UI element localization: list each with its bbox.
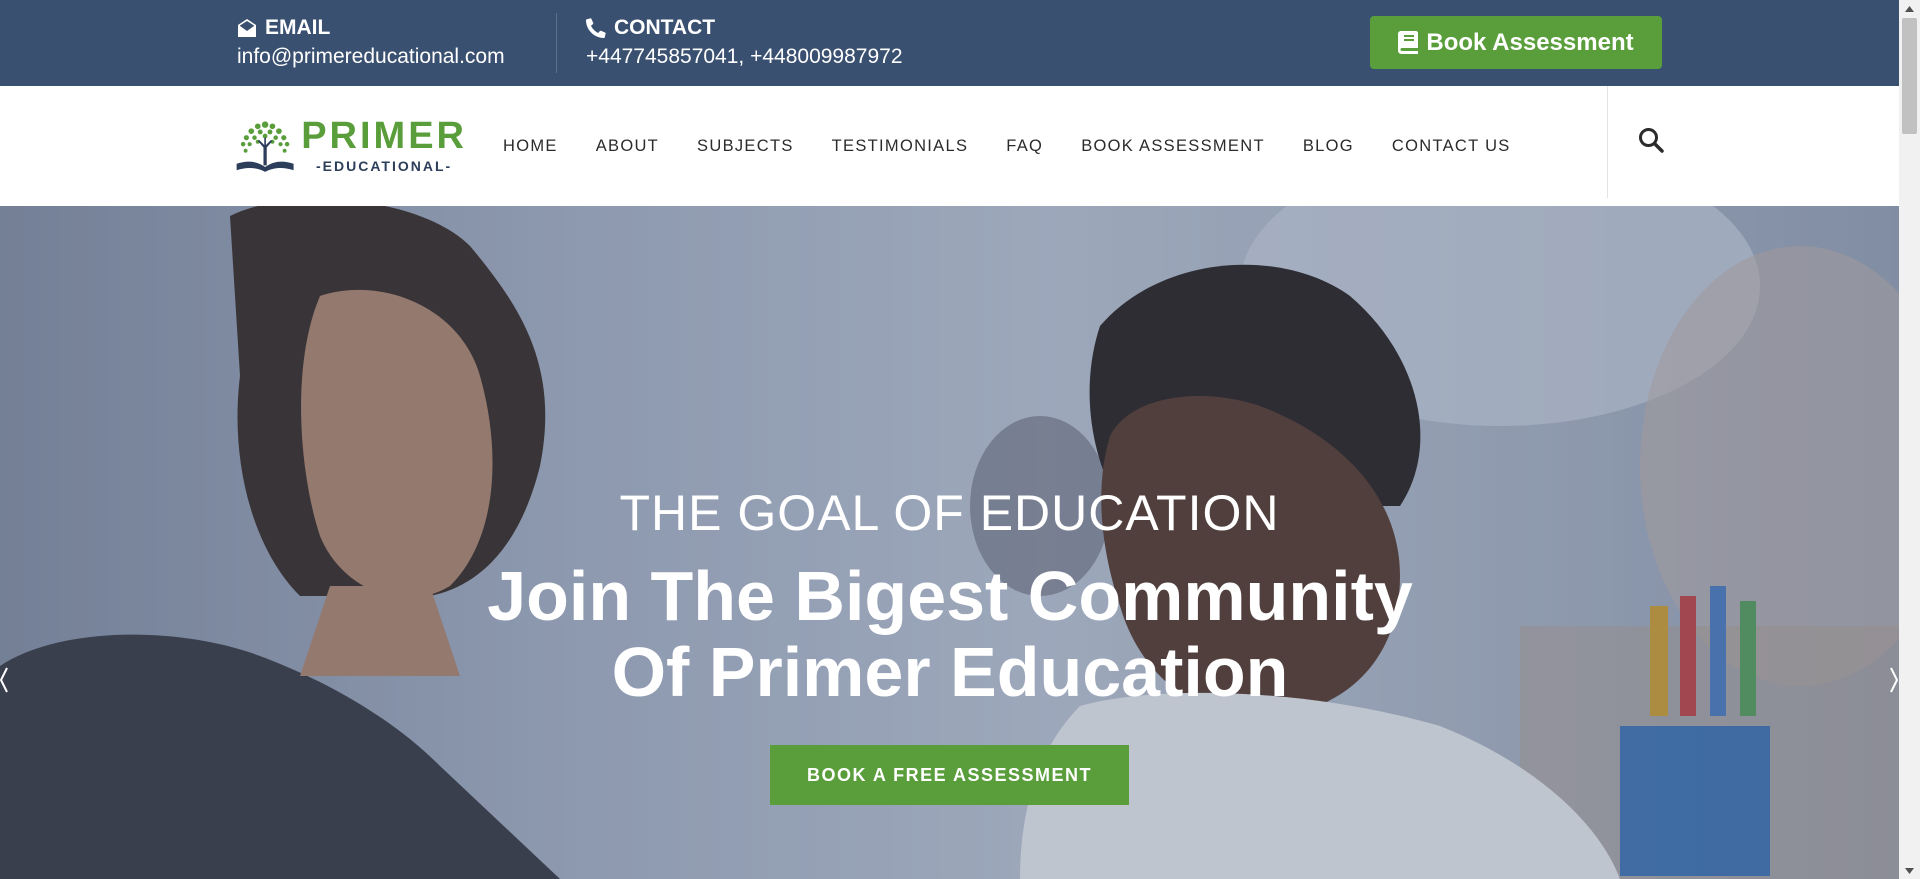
email-info: EMAIL info@primereducational.com (237, 14, 505, 69)
book-assessment-button[interactable]: Book Assessment (1370, 16, 1662, 69)
email-heading: EMAIL (265, 16, 331, 39)
phone-icon (586, 18, 606, 38)
scrollbar-thumb[interactable] (1902, 18, 1917, 134)
hero-banner: THE GOAL OF EDUCATION Join The Bigest Co… (0, 206, 1899, 879)
logo-secondary-text: -EDUCATIONAL- (316, 158, 453, 174)
nav-item-contact-us[interactable]: CONTACT US (1392, 137, 1511, 156)
nav-menu: HOME ABOUT SUBJECTS TESTIMONIALS FAQ BOO… (503, 86, 1549, 206)
page-scrollbar[interactable] (1899, 0, 1920, 879)
email-link[interactable]: info@primereducational.com (237, 45, 505, 69)
slider-next-arrow-icon[interactable] (1890, 666, 1898, 694)
nav-item-book-assessment[interactable]: BOOK ASSESSMENT (1081, 137, 1265, 156)
search-icon (1639, 128, 1664, 153)
tree-book-logo-icon (236, 121, 294, 172)
email-heading-row: EMAIL (237, 14, 505, 42)
nav-item-testimonials[interactable]: TESTIMONIALS (832, 137, 969, 156)
site-logo[interactable]: PRIMER -EDUCATIONAL- (235, 110, 467, 180)
book-free-assessment-button[interactable]: BOOK A FREE ASSESSMENT (770, 745, 1129, 805)
topbar-divider (556, 13, 557, 73)
nav-item-faq[interactable]: FAQ (1006, 137, 1043, 156)
contact-info: CONTACT +447745857041, +448009987972 (586, 14, 903, 69)
search-button[interactable] (1638, 127, 1664, 153)
nav-item-about[interactable]: ABOUT (596, 137, 659, 156)
nav-divider (1607, 86, 1608, 198)
logo-primary-text: PRIMER (301, 115, 467, 157)
slider-prev-arrow-icon[interactable] (0, 666, 8, 694)
logo-wordmark: PRIMER -EDUCATIONAL- (301, 116, 467, 174)
main-navbar: PRIMER -EDUCATIONAL- HOME ABOUT SUBJECTS… (0, 86, 1899, 206)
nav-item-home[interactable]: HOME (503, 137, 558, 156)
contact-heading: CONTACT (614, 16, 716, 39)
envelope-open-icon (238, 19, 256, 37)
contact-heading-row: CONTACT (586, 14, 903, 42)
nav-item-blog[interactable]: BLOG (1303, 137, 1354, 156)
top-bar: EMAIL info@primereducational.com CONTACT… (0, 0, 1899, 86)
book-icon (1398, 31, 1419, 54)
hero-subtitle: THE GOAL OF EDUCATION (619, 485, 1280, 541)
book-assessment-label: Book Assessment (1426, 28, 1634, 56)
nav-item-subjects[interactable]: SUBJECTS (697, 137, 794, 156)
scroll-up-arrow-icon[interactable] (1899, 0, 1920, 17)
contact-phone-numbers[interactable]: +447745857041, +448009987972 (586, 45, 903, 69)
hero-title: Join The Bigest Community Of Primer Educ… (487, 557, 1413, 711)
scroll-down-arrow-icon[interactable] (1899, 862, 1920, 879)
